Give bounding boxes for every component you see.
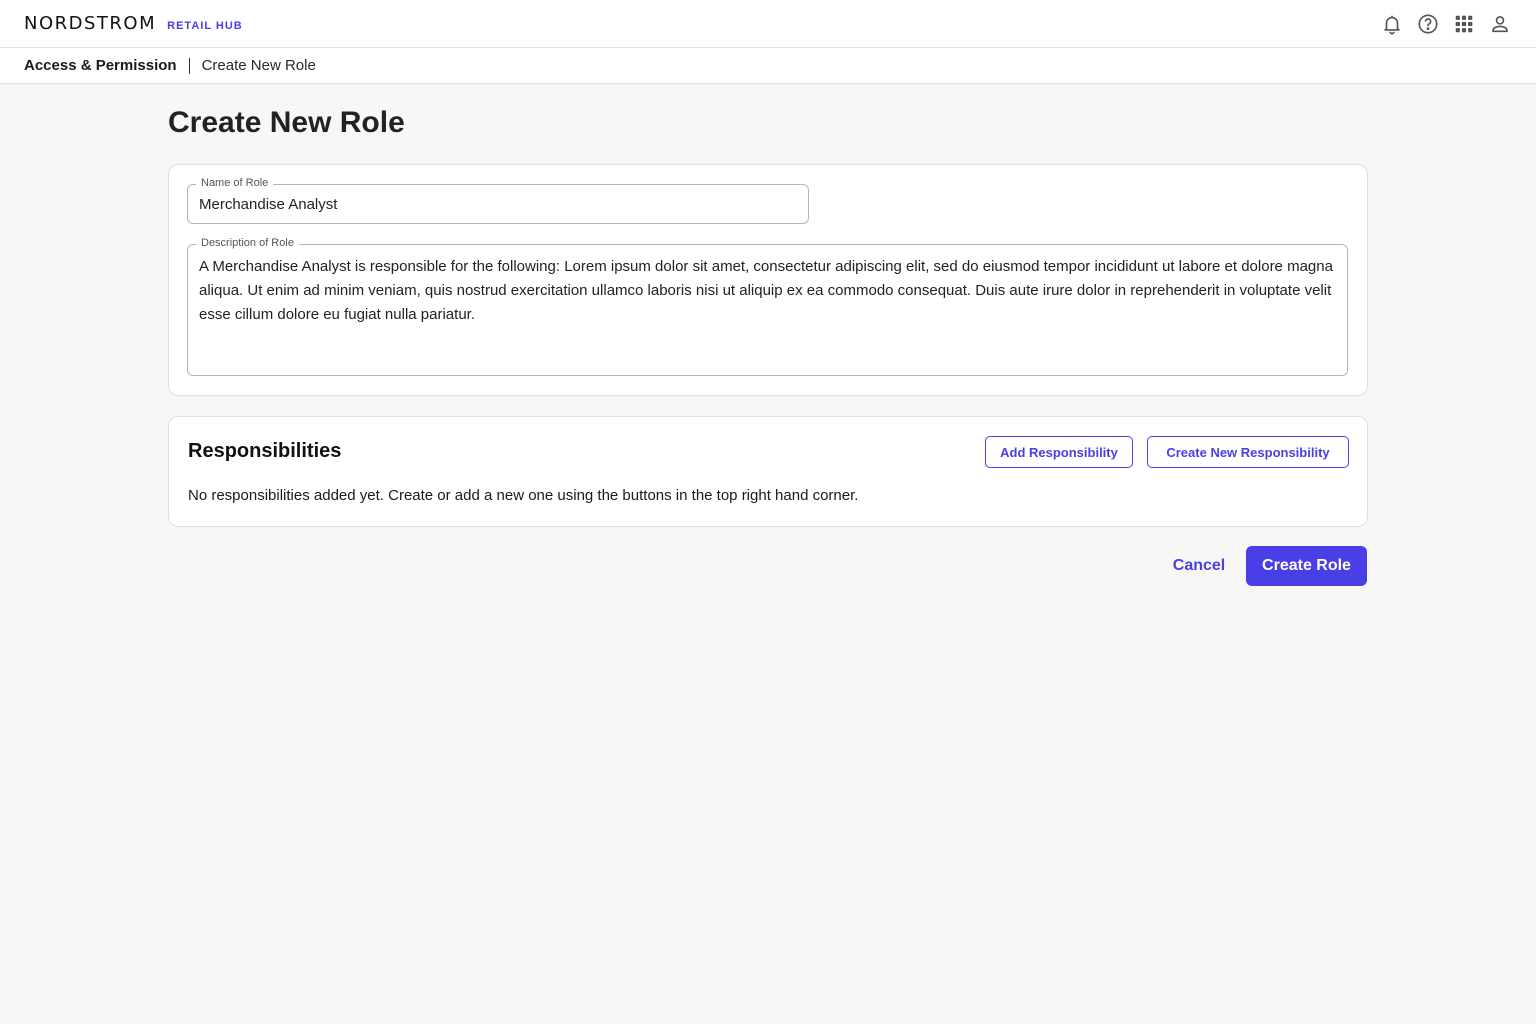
role-description-textarea[interactable]: A Merchandise Analyst is responsible for… [199, 255, 1333, 327]
role-details-card: Name of Role Merchandise Analyst Descrip… [168, 164, 1368, 396]
role-name-label: Name of Role [196, 177, 274, 189]
help-icon[interactable] [1416, 12, 1440, 36]
role-description-label: Description of Role [196, 237, 299, 249]
breadcrumb-root[interactable]: Access & Permission [24, 57, 177, 74]
breadcrumb: Access & Permission Create New Role [0, 48, 1536, 84]
brand[interactable]: NORDSTROM RETAIL HUB [24, 13, 243, 34]
top-icons [1380, 12, 1512, 36]
responsibilities-empty-message: No responsibilities added yet. Create or… [188, 487, 859, 504]
role-name-input[interactable]: Merchandise Analyst [199, 196, 337, 213]
cancel-button[interactable]: Cancel [1160, 546, 1238, 586]
role-description-field[interactable]: Description of Role A Merchandise Analys… [187, 237, 1348, 376]
app-name: RETAIL HUB [167, 20, 243, 32]
brand-logo[interactable]: NORDSTROM [24, 13, 156, 34]
breadcrumb-divider [188, 57, 190, 74]
responsibilities-card: Responsibilities Add Responsibility Crea… [168, 416, 1368, 527]
user-icon[interactable] [1488, 12, 1512, 36]
responsibilities-title: Responsibilities [188, 440, 342, 462]
create-new-responsibility-button[interactable]: Create New Responsibility [1147, 436, 1349, 468]
apps-grid-icon[interactable] [1452, 12, 1476, 36]
role-name-field[interactable]: Name of Role Merchandise Analyst [187, 177, 809, 224]
create-role-button[interactable]: Create Role [1246, 546, 1367, 586]
add-responsibility-button[interactable]: Add Responsibility [985, 436, 1133, 468]
page-title: Create New Role [168, 106, 405, 139]
bell-icon[interactable] [1380, 12, 1404, 36]
breadcrumb-current: Create New Role [201, 57, 316, 74]
top-bar: NORDSTROM RETAIL HUB [0, 0, 1536, 48]
